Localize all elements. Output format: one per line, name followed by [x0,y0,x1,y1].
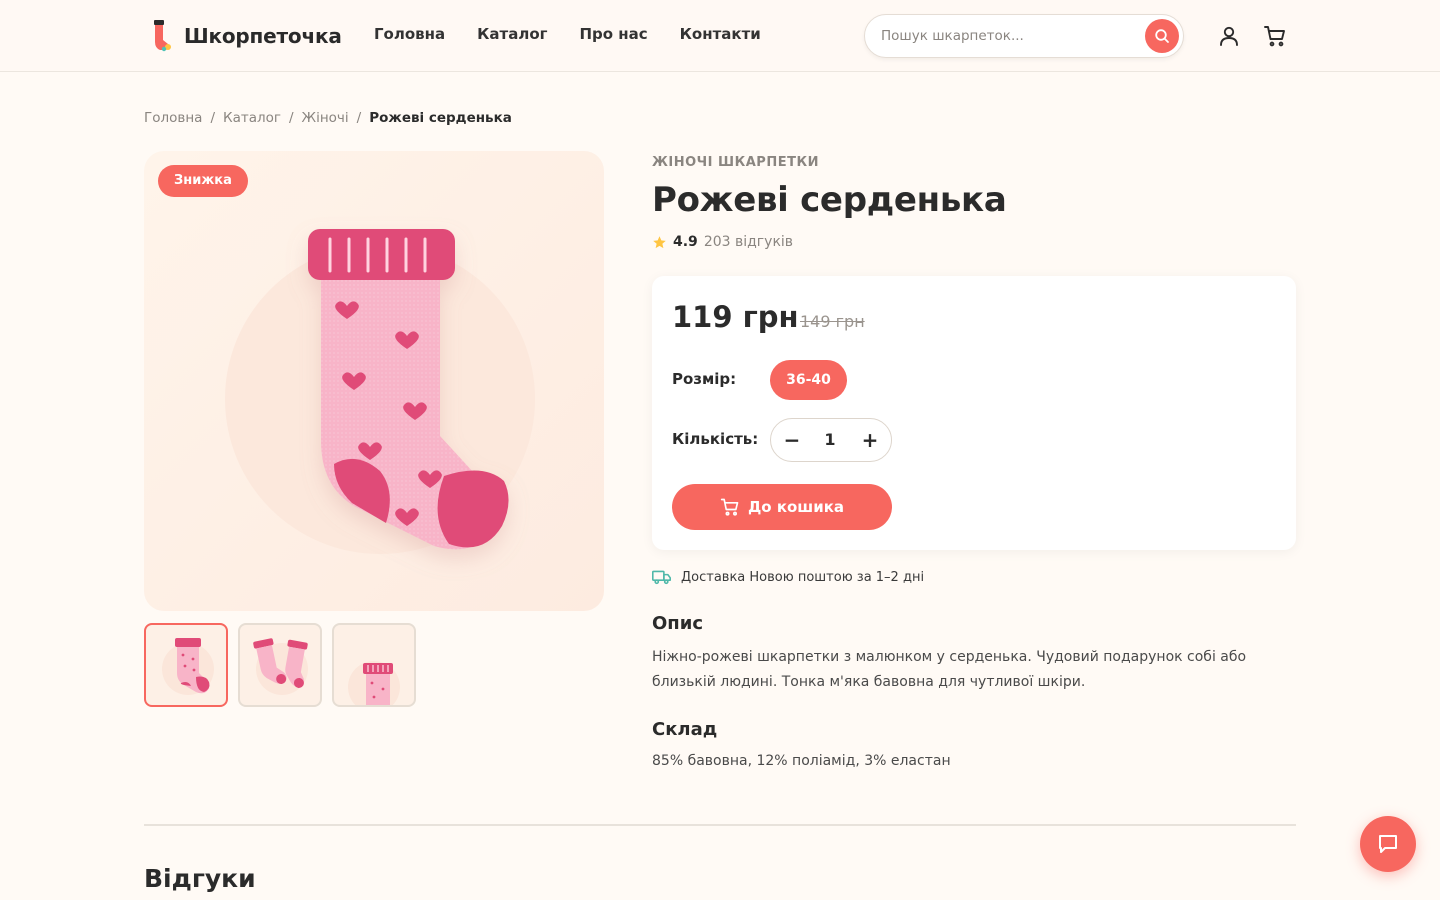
nav-about[interactable]: Про нас [579,25,647,43]
breadcrumb-separator: / [288,110,294,126]
breadcrumb-women[interactable]: Жіночі [302,110,349,126]
composition-text: 85% бавовна, 12% поліамід, 3% еластан [652,753,951,769]
quantity-stepper: − 1 + [770,418,892,462]
quantity-label: Кількість: [672,430,759,448]
sock-illustration [225,229,535,554]
delivery-info: Доставка Новою поштою за 1–2 дні [652,569,924,585]
current-price: 119 грн [672,300,799,334]
old-price: 149 грн [800,312,865,331]
search-input[interactable] [881,26,1131,46]
breadcrumb-separator: / [210,110,215,126]
breadcrumb-home[interactable]: Головна [144,110,202,126]
add-to-cart-button[interactable]: До кошика [672,484,892,530]
section-divider [144,824,1296,826]
thumbnail-2[interactable] [238,623,322,707]
product-category: ЖІНОЧІ ШКАРПЕТКИ [652,155,819,170]
size-option-36-40[interactable]: 36-40 [770,360,847,400]
star-icon [653,235,666,248]
thumbnail-1[interactable] [144,623,228,707]
sock-thumbnail-image [162,638,214,695]
rating-score: 4.9 [673,234,698,250]
breadcrumb-current: Рожеві серденька [369,110,512,126]
thumbnail-3[interactable] [332,623,416,707]
composition-title: Склад [652,719,718,740]
description-text: Ніжно-рожеві шкарпетки з малюнком у серд… [652,649,1247,690]
chat-button[interactable] [1360,816,1416,872]
main-nav: Головна Каталог Про нас Контакти [374,25,761,43]
breadcrumb: Головна / Каталог / Жіночі / Рожеві серд… [144,110,512,126]
cart-icon[interactable] [1263,24,1287,48]
user-icon[interactable] [1217,24,1241,48]
quantity-increase-button[interactable]: + [859,429,881,451]
product-title: Рожеві серденька [652,180,1007,220]
product-main-image[interactable] [144,151,604,611]
search-icon [1155,29,1169,43]
breadcrumb-catalog[interactable]: Каталог [223,110,281,126]
brand-name: Шкорпеточка [184,24,342,48]
sock-closeup-thumbnail-image [348,661,400,705]
size-label: Розмір: [672,370,737,388]
truck-icon [652,570,671,585]
delivery-text: Доставка Новою поштою за 1–2 дні [681,569,925,585]
logo[interactable]: Шкорпеточка [152,20,342,52]
reviews-count[interactable]: 203 відгуків [704,234,793,250]
search-button[interactable] [1145,19,1179,53]
breadcrumb-separator: / [356,110,362,126]
discount-badge: Знижка [158,165,248,197]
nav-contacts[interactable]: Контакти [680,25,761,43]
sock-pair-thumbnail-image [253,638,308,695]
site-header: Шкорпеточка Головна Каталог Про нас Конт… [0,0,1440,72]
add-to-cart-label: До кошика [747,498,845,516]
chat-icon [1379,835,1397,853]
nav-home[interactable]: Головна [374,25,445,43]
product-rating[interactable]: 4.9 203 відгуків [652,234,793,250]
cart-icon [720,498,739,516]
nav-catalog[interactable]: Каталог [477,25,547,43]
description-title: Опис [652,613,704,634]
sock-logo-icon [154,20,171,52]
search-bar [864,14,1184,58]
reviews-section-title: Відгуки [144,864,256,893]
